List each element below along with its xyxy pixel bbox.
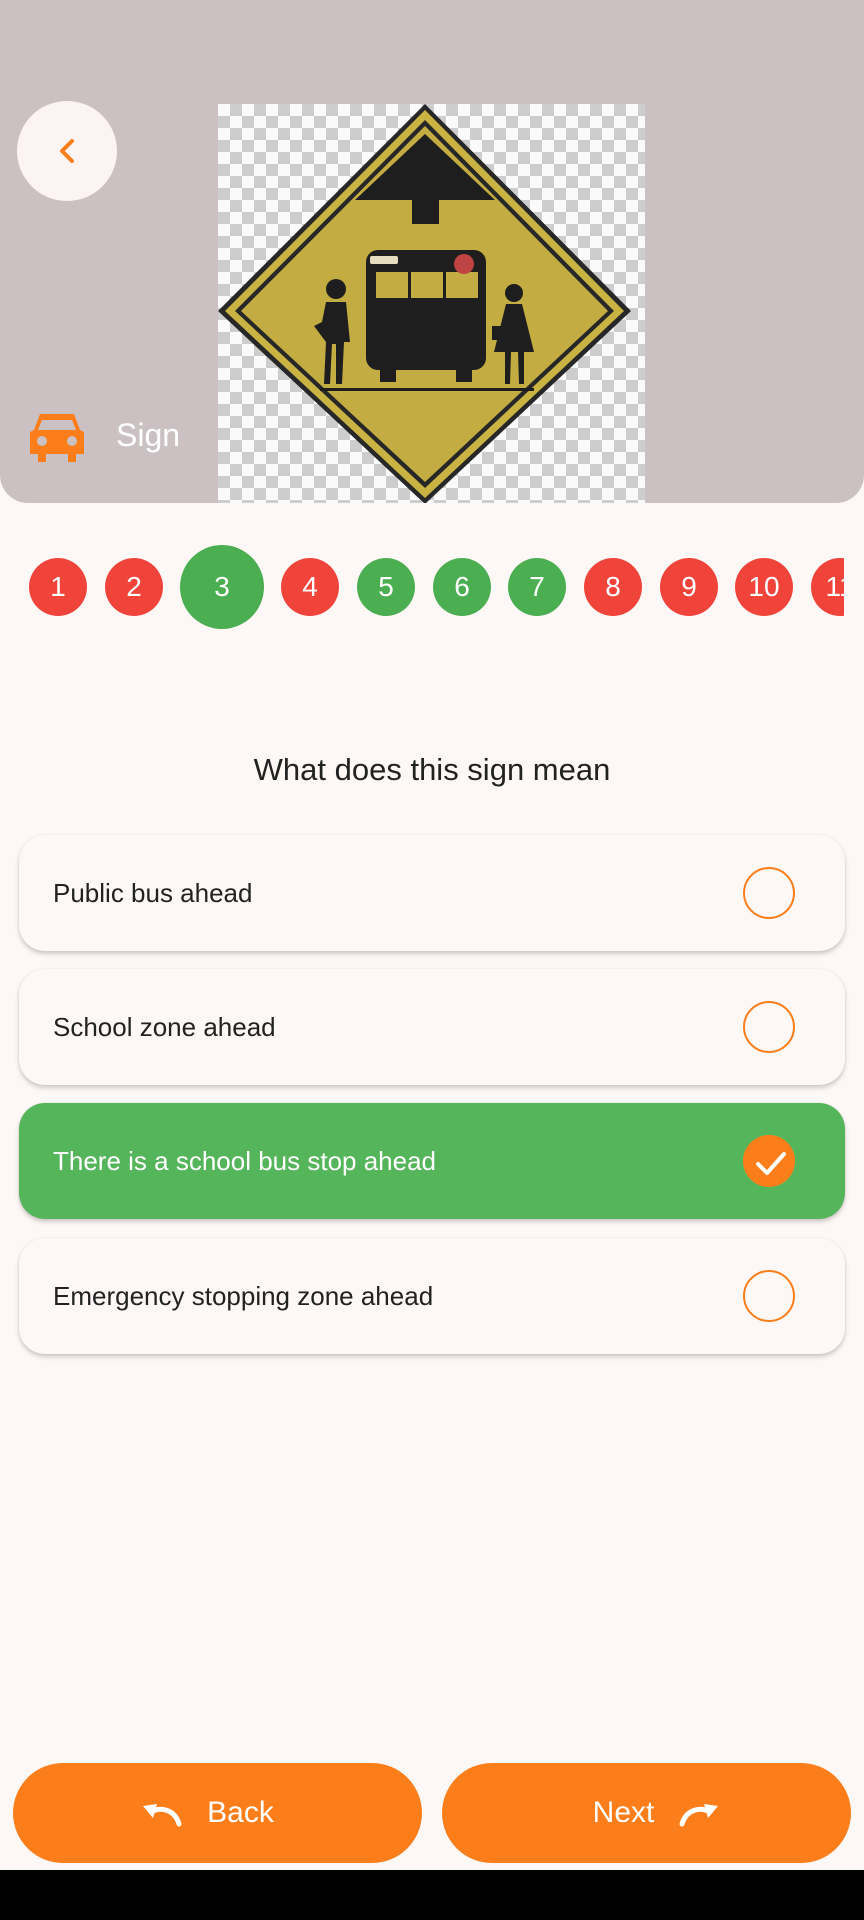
option-label: School zone ahead	[53, 1011, 276, 1042]
category-label: Sign	[116, 416, 181, 453]
option-school-zone-ahead[interactable]: School zone ahead	[19, 969, 845, 1085]
question-number-11[interactable]: 11	[811, 558, 844, 616]
next-button-label: Next	[592, 1796, 655, 1829]
back-nav-button[interactable]	[17, 101, 117, 201]
question-number-3[interactable]: 3	[180, 545, 264, 629]
question-number-5[interactable]: 5	[357, 558, 415, 616]
question-number-2[interactable]: 2	[105, 558, 163, 616]
question-number-8[interactable]: 8	[584, 558, 642, 616]
question-number-1[interactable]: 1	[29, 558, 87, 616]
category: Sign	[28, 405, 180, 465]
chevron-left-icon	[60, 139, 74, 163]
next-button[interactable]: Next	[442, 1763, 851, 1863]
option-label: There is a school bus stop ahead	[53, 1145, 437, 1176]
system-navigation-bar	[0, 1870, 864, 1920]
question-number-7[interactable]: 7	[508, 558, 566, 616]
back-button-label: Back	[207, 1796, 274, 1829]
option-label: Emergency stopping zone ahead	[53, 1280, 434, 1311]
undo-icon	[143, 1804, 182, 1827]
sign-image	[218, 104, 645, 503]
back-button[interactable]: Back	[13, 1763, 422, 1863]
question-number-strip[interactable]: 123456789 10 11	[0, 540, 844, 630]
school-bus-sign-icon	[218, 104, 631, 503]
question-number-10[interactable]: 10	[735, 558, 793, 616]
option-emergency-stopping-zone-ahead[interactable]: Emergency stopping zone ahead	[19, 1238, 845, 1354]
question-text: What does this sign mean	[253, 752, 611, 787]
car-icon	[30, 414, 84, 462]
header: Sign	[0, 0, 864, 503]
redo-icon	[679, 1804, 719, 1827]
question-number-6[interactable]: 6	[433, 558, 491, 616]
question-number-9[interactable]: 9	[660, 558, 718, 616]
question-number-4[interactable]: 4	[281, 558, 339, 616]
option-public-bus-ahead[interactable]: Public bus ahead	[19, 835, 845, 951]
radio-unchecked-icon[interactable]	[743, 1001, 795, 1053]
option-label: Public bus ahead	[53, 877, 253, 908]
radio-unchecked-icon[interactable]	[743, 867, 795, 919]
checkmark-icon[interactable]	[743, 1135, 795, 1187]
option-school-bus-stop-ahead[interactable]: There is a school bus stop ahead	[19, 1103, 845, 1219]
radio-unchecked-icon[interactable]	[743, 1270, 795, 1322]
